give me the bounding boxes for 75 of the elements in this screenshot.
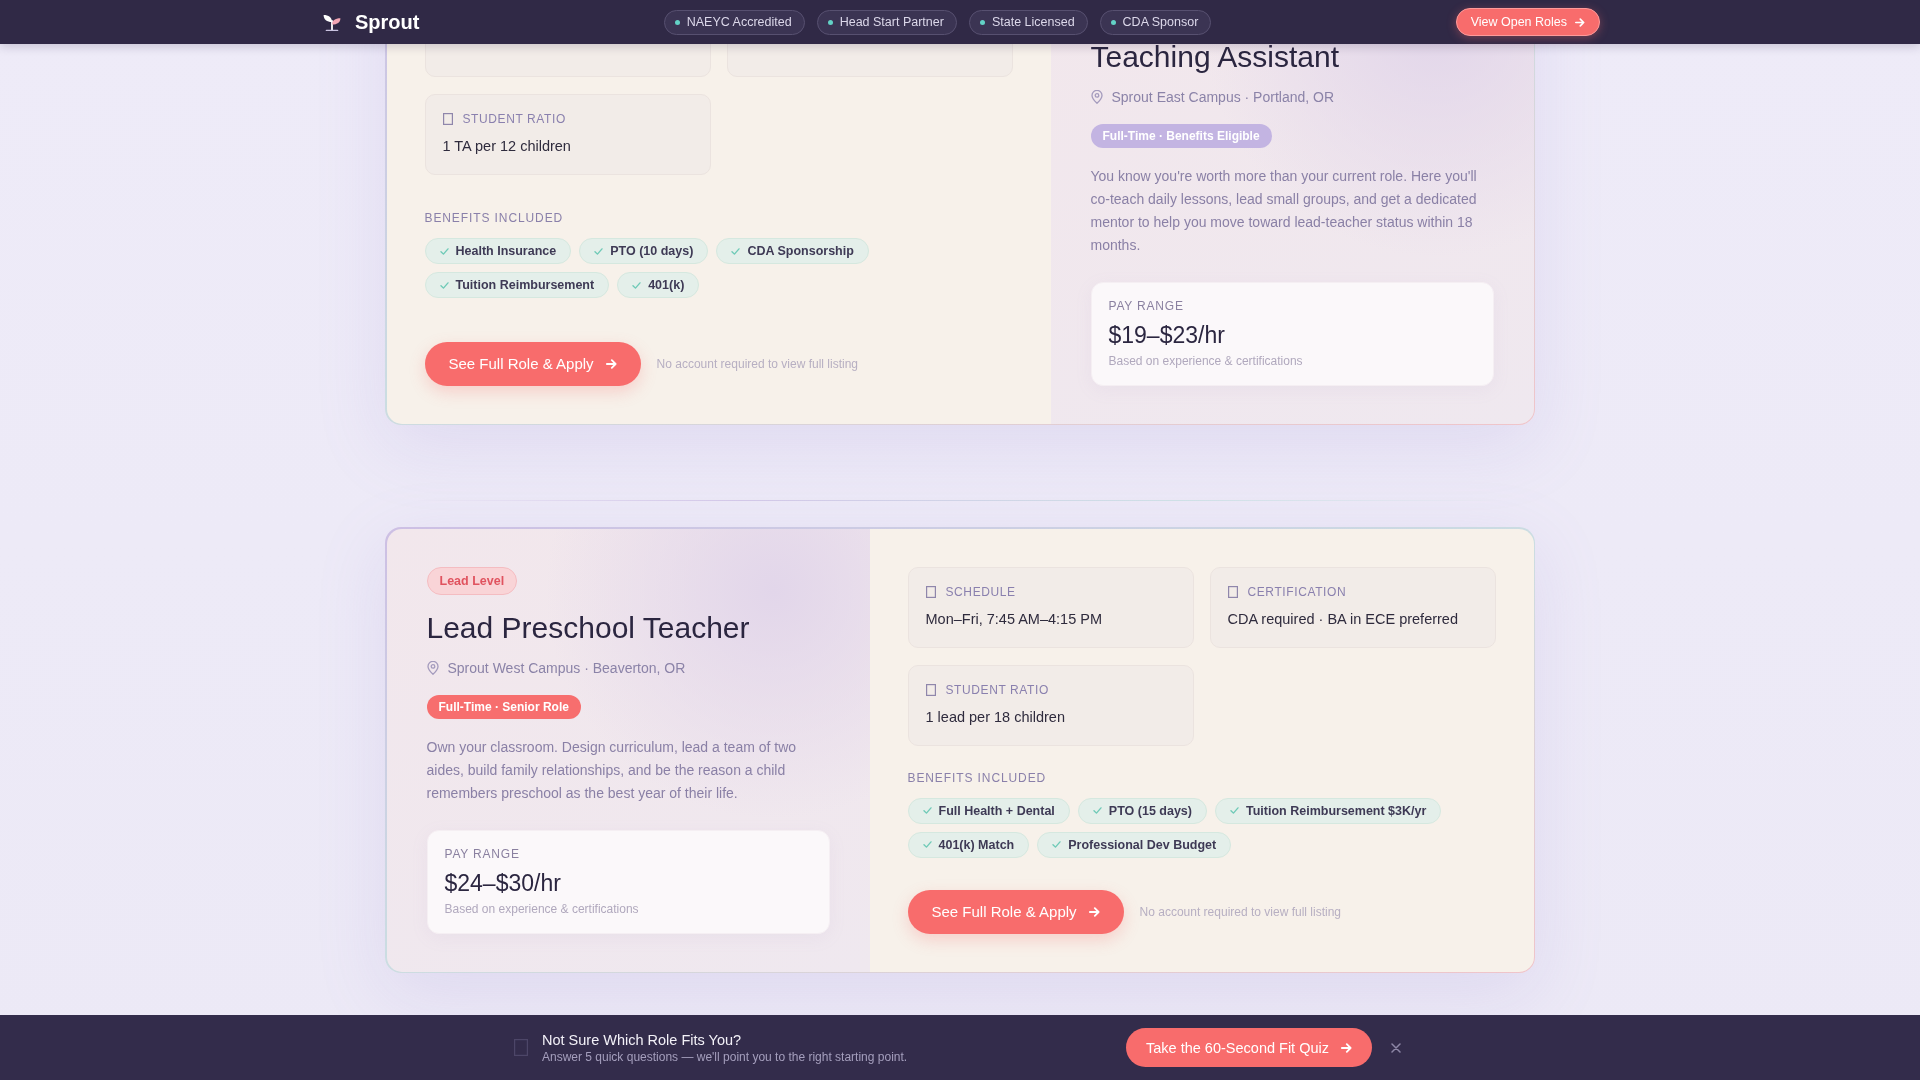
- arrow-right-icon: [1088, 906, 1100, 917]
- role-title: Lead Preschool Teacher: [426, 609, 751, 646]
- fact-label: CERTIFICATION: [1247, 584, 1347, 600]
- check-icon: [439, 247, 449, 255]
- check-icon: [1052, 841, 1062, 848]
- location-text: Sprout East Campus · Portland, OR: [1111, 87, 1335, 107]
- square-icon: [1227, 586, 1238, 598]
- benefit-text: PTO (10 days): [610, 244, 694, 258]
- benefit-text: 401(k): [648, 278, 685, 292]
- arrow-right-icon: [1575, 17, 1585, 27]
- location-pin-icon: [1090, 89, 1103, 104]
- check-icon: [1230, 807, 1239, 814]
- badge-label: State Licensed: [991, 15, 1075, 29]
- fact-label: SCHEDULE: [945, 584, 1016, 600]
- badge-label: Head Start Partner: [839, 15, 944, 29]
- check-icon: [439, 281, 449, 289]
- check-icon: [731, 247, 741, 255]
- view-roles-button[interactable]: View Open Roles: [1455, 8, 1600, 36]
- dot-icon: [979, 19, 985, 25]
- benefit-text: 401(k) Match: [938, 837, 1015, 852]
- badge-label: NAEYC Accredited: [686, 15, 792, 29]
- benefit-text: Health Insurance: [455, 244, 557, 258]
- pay-value: $19–$23/hr: [1108, 320, 1226, 350]
- benefits-heading: BENEFITS INCLUDED: [907, 770, 1048, 785]
- benefits-heading: BENEFITS INCLUDED: [424, 211, 565, 225]
- apply-note: No account required to view full listing: [1139, 904, 1341, 919]
- pay-note: Based on experience & certifications: [444, 900, 640, 917]
- brand-name[interactable]: Sprout: [355, 10, 420, 34]
- employment-type-tag: Full-Time · Benefits Eligible: [1090, 123, 1272, 148]
- role-description: You know you're worth more than your current role. Here you'll co-teach daily lessons, lead small groups, and get a dedicated mentor to help you move toward lead-teacher status within 18 months.: [1090, 166, 1478, 255]
- check-icon: [632, 281, 642, 289]
- square-icon: [514, 1039, 528, 1056]
- sprout-icon: [323, 13, 341, 31]
- check-icon: [1092, 807, 1102, 814]
- check-icon: [922, 807, 932, 814]
- apply-note: No account required to view full listing: [656, 356, 858, 371]
- arrow-right-icon: [1341, 1042, 1352, 1053]
- level-tag: Lead Level: [426, 566, 518, 595]
- pay-label: PAY RANGE: [444, 846, 521, 862]
- employment-type-tag: Full-Time · Senior Role: [426, 694, 581, 719]
- dot-icon: [674, 19, 680, 25]
- location-text: Sprout West Campus · Beaverton, OR: [447, 658, 686, 678]
- benefit-text: PTO (15 days): [1108, 803, 1192, 818]
- apply-button[interactable]: See Full Role & Apply: [907, 889, 1124, 934]
- fact-label: STUDENT RATIO: [945, 682, 1049, 698]
- close-icon: [1391, 1042, 1401, 1053]
- check-icon: [594, 247, 604, 255]
- quiz-button[interactable]: Take the 60-Second Fit Quiz: [1126, 1028, 1372, 1067]
- quiz-subtitle: Answer 5 quick questions — we'll point you to the right starting point.: [542, 1048, 909, 1065]
- dot-icon: [1110, 19, 1116, 25]
- fact-label: STUDENT RATIO: [462, 111, 566, 127]
- benefit-text: CDA Sponsorship: [747, 244, 854, 258]
- square-icon: [925, 586, 936, 598]
- benefit-text: Full Health + Dental: [938, 803, 1055, 818]
- dot-icon: [827, 19, 833, 25]
- check-icon: [922, 841, 932, 848]
- benefit-text: Tuition Reimbursement $3K/yr: [1246, 803, 1427, 818]
- pay-label: PAY RANGE: [1108, 298, 1185, 314]
- pay-value: $24–$30/hr: [444, 868, 562, 898]
- role-title: Teaching Assistant: [1090, 38, 1340, 75]
- arrow-right-icon: [605, 358, 617, 369]
- quiz-title: Not Sure Which Role Fits You?: [542, 1030, 743, 1049]
- benefit-text: Professional Dev Budget: [1068, 837, 1217, 852]
- location-pin-icon: [426, 660, 439, 675]
- square-icon: [925, 684, 936, 696]
- apply-button[interactable]: See Full Role & Apply: [424, 341, 641, 386]
- benefit-text: Tuition Reimbursement: [455, 278, 595, 292]
- badge-label: CDA Sponsor: [1122, 15, 1199, 29]
- role-description: Own your classroom. Design curriculum, lead a team of two aides, build family relationships, and be the reason a child remembers preschool as the best year of their life.: [426, 737, 798, 803]
- square-icon: [442, 113, 453, 125]
- fact-value: CDA required · BA in ECE preferred: [1227, 609, 1459, 629]
- pay-note: Based on experience & certifications: [1108, 352, 1304, 369]
- fact-value: 1 TA per 12 children: [442, 136, 572, 156]
- fact-value: Mon–Fri, 7:45 AM–4:15 PM: [925, 609, 1103, 629]
- fact-value: 1 lead per 18 children: [925, 707, 1066, 727]
